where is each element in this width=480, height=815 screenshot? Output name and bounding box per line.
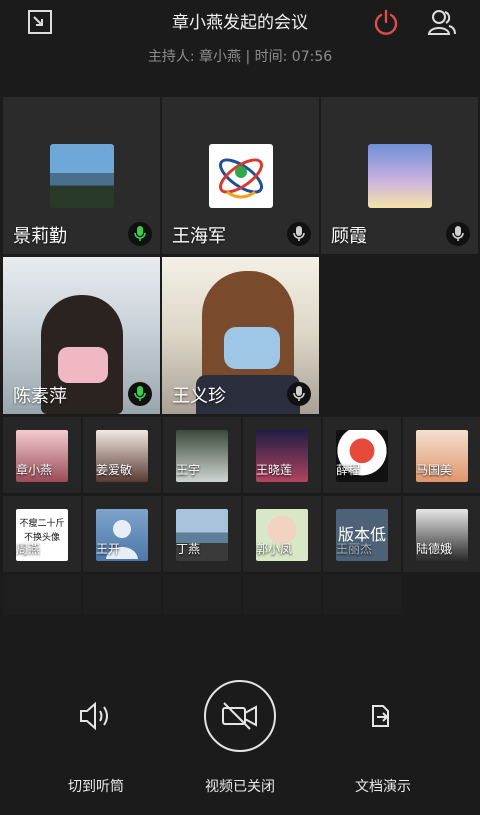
- participant-name: 周燕: [16, 542, 41, 556]
- microphone-icon: [287, 382, 311, 406]
- meeting-title: 章小燕发起的会议: [172, 13, 308, 33]
- participant-name: 王义珍: [172, 386, 226, 407]
- participant-name: 马国美: [416, 463, 453, 477]
- participant-name: 姜爱敏: [96, 463, 133, 477]
- participant-name: 陆德娥: [416, 542, 453, 556]
- share-document-icon: [323, 680, 443, 752]
- participant-thumbnail[interactable]: 章小燕: [3, 417, 81, 493]
- participant-thumbnail[interactable]: 不瘦二十斤 不换头像 周燕: [3, 496, 81, 572]
- switch-to-earpiece-label: 切到听筒: [68, 779, 124, 795]
- participant-name: 郭小凤: [256, 542, 293, 556]
- header: 章小燕发起的会议 主持人: 章小燕 | 时间: 07:56: [0, 0, 480, 90]
- participant-thumbnail[interactable]: 版本低 王丽杰: [323, 496, 401, 572]
- participant-name: 王晓莲: [256, 463, 293, 477]
- avatar: [368, 144, 432, 208]
- participant-thumbnail[interactable]: 王宇: [163, 417, 241, 493]
- participant-thumbnail[interactable]: 陆德娥: [403, 496, 480, 572]
- avatar: [209, 144, 273, 208]
- meeting-host-time: 主持人: 章小燕 | 时间: 07:56: [147, 49, 333, 65]
- participant-thumbnail-row-faded: [0, 575, 480, 615]
- participant-thumbnail[interactable]: 马国美: [403, 417, 480, 493]
- participant-thumbnail[interactable]: 王开: [83, 496, 161, 572]
- participant-thumbnail[interactable]: 王晓莲: [243, 417, 321, 493]
- participant-video-tile[interactable]: 王义珍: [162, 257, 319, 414]
- participant-name: 王开: [96, 542, 121, 556]
- participant-tile[interactable]: 顾霞: [321, 97, 478, 254]
- camera-off-icon: [204, 680, 276, 752]
- participant-tile[interactable]: 王海军: [162, 97, 319, 254]
- participant-thumbnail[interactable]: 丁燕: [163, 496, 241, 572]
- face-mask: [224, 327, 280, 369]
- speaker-icon: [36, 680, 156, 752]
- participant-name: 王宇: [176, 463, 201, 477]
- participant-name: 章小燕: [16, 463, 53, 477]
- video-toggle-button[interactable]: 视频已关闭: [180, 680, 300, 796]
- participant-name: 丁燕: [176, 542, 201, 556]
- microphone-icon: [446, 222, 470, 246]
- participant-video-tile[interactable]: 陈素萍: [3, 257, 160, 414]
- participant-name: 王丽杰: [336, 542, 373, 556]
- participant-thumbnail[interactable]: 郭小凤: [243, 496, 321, 572]
- document-share-label: 文档演示: [355, 779, 411, 795]
- video-toggle-label: 视频已关闭: [205, 779, 275, 795]
- participant-name: 景莉勤: [13, 226, 67, 247]
- participant-name: 王海军: [172, 226, 226, 247]
- participant-name: 薛程: [336, 463, 361, 477]
- control-bar: 切到听筒 视频已关闭 文档演示: [0, 660, 480, 815]
- face-mask: [58, 347, 108, 383]
- microphone-icon: [287, 222, 311, 246]
- participant-name: 顾霞: [331, 226, 367, 247]
- participant-tile[interactable]: 景莉勤: [3, 97, 160, 254]
- participant-thumbnail[interactable]: 姜爱敏: [83, 417, 161, 493]
- document-share-button[interactable]: 文档演示: [323, 680, 443, 796]
- participant-name: 陈素萍: [13, 386, 67, 407]
- participant-thumbnail[interactable]: 薛程: [323, 417, 401, 493]
- switch-to-earpiece-button[interactable]: 切到听筒: [36, 680, 156, 796]
- microphone-icon: [128, 222, 152, 246]
- power-icon[interactable]: [370, 6, 402, 38]
- participants-icon[interactable]: [426, 6, 458, 38]
- avatar: [50, 144, 114, 208]
- microphone-icon: [128, 382, 152, 406]
